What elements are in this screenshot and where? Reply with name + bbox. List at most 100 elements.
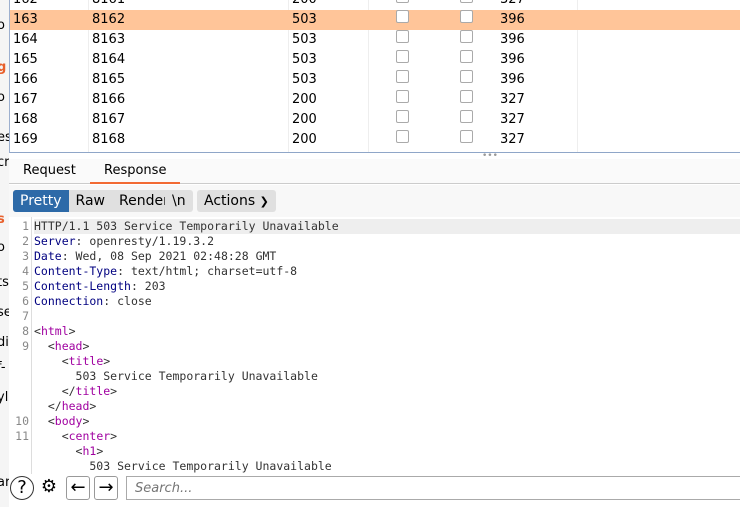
timeout-checkbox[interactable] bbox=[460, 0, 473, 3]
results-table: 1628161200327163816250339616481635033961… bbox=[9, 0, 740, 153]
response-length: 327 bbox=[500, 92, 525, 107]
table-row[interactable]: 163 8162 503 396 bbox=[10, 10, 740, 30]
left-fragment-text: yle bbox=[0, 390, 9, 405]
line-number bbox=[9, 369, 29, 384]
tag-name: head bbox=[61, 399, 90, 413]
left-fragment-text: s bbox=[0, 212, 5, 227]
status-code: 200 bbox=[292, 132, 317, 147]
left-fragment-text: cr bbox=[0, 155, 9, 170]
line-number bbox=[9, 399, 29, 414]
code-text: 503 Service Temporarily Unavailable bbox=[34, 459, 332, 473]
code-text: < bbox=[34, 324, 41, 338]
table-row[interactable]: 162 8161 200 327 bbox=[10, 0, 740, 10]
code-line: <body> bbox=[34, 414, 90, 429]
header-name: Content-Length bbox=[34, 279, 131, 293]
left-fragment-text: o bbox=[0, 18, 5, 33]
line-number bbox=[9, 459, 29, 474]
timeout-checkbox[interactable] bbox=[460, 30, 473, 43]
chevron-down-icon: ❯ bbox=[259, 195, 269, 208]
code-text: > bbox=[82, 414, 90, 428]
error-checkbox[interactable] bbox=[396, 70, 409, 83]
gear-icon[interactable]: ⚙ bbox=[37, 476, 61, 500]
timeout-checkbox[interactable] bbox=[460, 10, 473, 23]
payload: 8162 bbox=[92, 12, 126, 27]
table-row[interactable]: 164 8163 503 396 bbox=[10, 30, 740, 50]
table-row[interactable]: 169 8168 200 327 bbox=[10, 130, 740, 150]
left-fragment-text: g bbox=[0, 60, 7, 75]
line-number bbox=[9, 444, 29, 459]
header-name: Connection bbox=[34, 294, 104, 308]
error-checkbox[interactable] bbox=[396, 30, 409, 43]
tag-name: h1 bbox=[82, 444, 97, 458]
status-code: 200 bbox=[292, 92, 317, 107]
payload: 8166 bbox=[92, 92, 126, 107]
code-text: : openresty/1.19.3.2 bbox=[75, 234, 215, 248]
timeout-checkbox[interactable] bbox=[460, 130, 473, 143]
message-tabs: Request Response bbox=[9, 159, 740, 184]
error-checkbox[interactable] bbox=[396, 50, 409, 63]
table-row[interactable]: 167 8166 200 327 bbox=[10, 90, 740, 110]
request-number: 167 bbox=[13, 92, 38, 107]
table-row[interactable]: 168 8167 200 327 bbox=[10, 110, 740, 130]
code-text: > bbox=[89, 399, 97, 413]
raw-button[interactable]: Raw bbox=[69, 190, 112, 212]
error-checkbox[interactable] bbox=[396, 130, 409, 143]
line-number: 1 bbox=[22, 219, 29, 233]
code-line: Connection: close bbox=[34, 294, 152, 309]
code-text: : 203 bbox=[130, 279, 166, 293]
code-text: < bbox=[34, 414, 55, 428]
timeout-checkbox[interactable] bbox=[460, 50, 473, 63]
code-text: > bbox=[82, 339, 90, 353]
tag-name: title bbox=[75, 384, 111, 398]
code-text: : text/html; charset=utf-8 bbox=[117, 264, 298, 278]
code-text: : close bbox=[103, 294, 152, 308]
table-row[interactable]: 166 8165 503 396 bbox=[10, 70, 740, 90]
search-bar: ? ⚙ ← → bbox=[9, 474, 740, 507]
code-line: <h1> bbox=[34, 444, 104, 459]
payload: 8161 bbox=[92, 0, 125, 10]
request-number: 162 bbox=[13, 0, 38, 10]
left-fragment-text: se bbox=[0, 305, 9, 320]
search-input[interactable] bbox=[126, 476, 740, 500]
left-fragment-text: di bbox=[0, 335, 9, 350]
code-text: </ bbox=[34, 384, 76, 398]
timeout-checkbox[interactable] bbox=[460, 70, 473, 83]
code-line: Server: openresty/1.19.3.2 bbox=[34, 234, 214, 249]
help-icon[interactable]: ? bbox=[10, 476, 34, 500]
tag-name: title bbox=[68, 354, 104, 368]
tag-name: html bbox=[40, 324, 69, 338]
code-line: 503 Service Temporarily Unavailable bbox=[34, 459, 332, 474]
response-editor[interactable]: 1 2 3 4 5 6 7 8 9 10 11 HTTP/1.1 503 Service Tempor… bbox=[9, 217, 740, 474]
timeout-checkbox[interactable] bbox=[460, 110, 473, 123]
response-length: 396 bbox=[500, 12, 525, 27]
error-checkbox[interactable] bbox=[396, 10, 409, 23]
left-fragment-text: f- bbox=[0, 360, 6, 375]
back-arrow-icon[interactable]: ← bbox=[66, 476, 90, 500]
error-checkbox[interactable] bbox=[396, 90, 409, 103]
response-length: 396 bbox=[500, 32, 525, 47]
error-checkbox[interactable] bbox=[396, 110, 409, 123]
error-checkbox[interactable] bbox=[396, 0, 409, 3]
pretty-button[interactable]: Pretty bbox=[13, 190, 69, 212]
status-code: 503 bbox=[292, 12, 317, 27]
actions-button[interactable]: Actions ❯ bbox=[197, 190, 276, 212]
newline-toggle[interactable]: \n bbox=[165, 190, 193, 212]
tab-response[interactable]: Response bbox=[90, 159, 181, 184]
left-fragment-text: o bbox=[0, 90, 5, 105]
tab-request[interactable]: Request bbox=[9, 159, 90, 184]
line-number: 11 bbox=[15, 429, 29, 443]
line-number bbox=[9, 354, 29, 369]
response-length: 327 bbox=[500, 0, 525, 10]
table-row[interactable]: 165 8164 503 396 bbox=[10, 50, 740, 70]
request-number: 168 bbox=[13, 112, 38, 127]
response-length: 327 bbox=[500, 132, 525, 147]
left-fragment-text: ts bbox=[0, 275, 9, 290]
payload: 8163 bbox=[92, 32, 126, 47]
forward-arrow-icon[interactable]: → bbox=[94, 476, 118, 500]
line-gutter: 1 2 3 4 5 6 7 8 9 10 11 bbox=[9, 217, 32, 474]
code-line: <center> bbox=[34, 429, 117, 444]
code-line: <title> bbox=[34, 354, 111, 369]
timeout-checkbox[interactable] bbox=[460, 90, 473, 103]
request-number: 165 bbox=[13, 52, 38, 67]
code-line: HTTP/1.1 503 Service Temporarily Unavail… bbox=[34, 219, 740, 234]
